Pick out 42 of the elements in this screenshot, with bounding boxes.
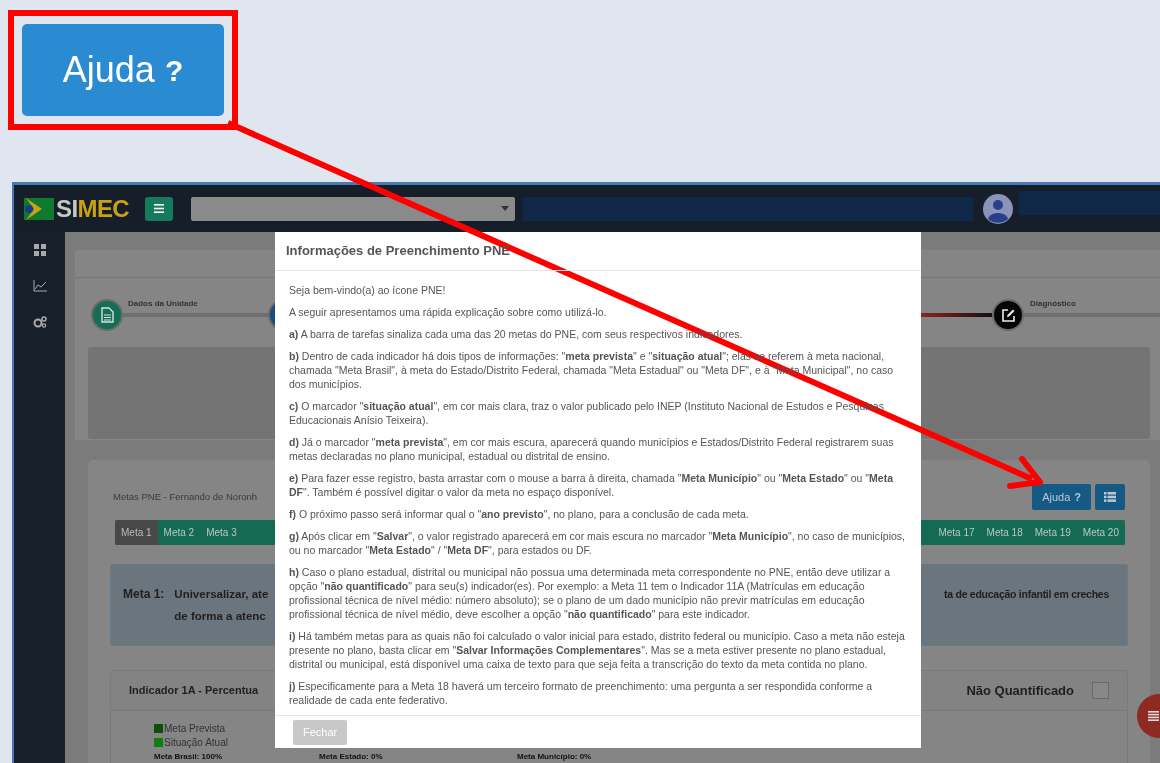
caret-icon	[501, 206, 510, 211]
help-paragraph: i) Há também metas para as quais não foi calculado o valor inicial para estado, distrito federal ou município. Caso a meta não esteja presente no plano, basta clicar em "Salvar Informações Complementares". Mas se a meta estiver presente no plano estadual, distrital ou municipal, está disponível uma caixa de texto para que seja feita a transcrição do texto da meta contida no plano.	[289, 629, 906, 672]
list-button[interactable]	[1095, 484, 1125, 510]
goal-tab[interactable]: Meta 1	[115, 520, 158, 545]
chart-icon[interactable]	[32, 280, 47, 292]
legend-label: Situação Atual	[164, 735, 228, 750]
goal-value: Meta Estado: 0%	[319, 751, 384, 763]
help-paragraph: Seja bem-vindo(a) ao ícone PNE!	[289, 283, 447, 298]
not-quantified-label: Não Quantificado	[966, 681, 1074, 700]
goal-text: Universalizar, ate	[174, 587, 269, 602]
help-paragraph: j) Especificamente para a Meta 18 haverá um terceiro formato de preenchimento: uma pergunta a ser respondida conforme a realidade de cada ente federativo.	[289, 679, 874, 708]
not-quantified-checkbox[interactable]	[1092, 682, 1109, 699]
indicator-title: Indicador 1A - Percentua	[129, 683, 259, 699]
help-paragraph: g) Após clicar em "Salvar", o valor registrado aparecerá em cor mais escura no marcador "Meta Município", no caso de municípios, ou no marcador "Meta Estado" / "Meta DF", para estados ou DF.	[289, 529, 907, 558]
user-avatar-icon[interactable]	[983, 193, 1014, 224]
goal-value: Meta Brasil: 100%	[154, 751, 224, 763]
dashboard-icon[interactable]	[33, 244, 46, 256]
select-field[interactable]	[191, 196, 516, 221]
goal-text: de forma a atenc	[174, 609, 267, 624]
help-paragraph: h) Caso o plano estadual, distrital ou municipal não possua uma determinada meta correspondente no PNE, então deve utilizar a opção "não quantificado" para seu(s) indicador(es). Por exemplo: a Meta 11 tem o Indicador 11A (Matrículas em educação profissional técnica de nível médio: número absoluto); se o plano de um dado município não previr matrículas em educação profissional técnica de nível médio, deve escolher a opção "não quantificado" para este indicador.	[289, 565, 892, 622]
menu-icon	[1148, 711, 1159, 721]
goal-label: Meta 1:	[123, 586, 165, 603]
help-button[interactable]: Ajuda ?	[22, 24, 224, 116]
step-label: Dados da Unidade	[128, 298, 198, 310]
help-paragraph: d) Já o marcador "meta prevista", em cor mais escura, aparecerá quando municípios e Estados/Distrito Federal registrarem suas metas declaradas no plano municipal, estadual ou distrital de ensino.	[289, 435, 895, 464]
help-button[interactable]: Ajuda ?	[1032, 484, 1091, 510]
edit-icon	[1000, 307, 1016, 323]
help-paragraph: f) O próximo passo será informar qual o "ano previsto", no plano, para a conclusão de cada meta.	[289, 507, 750, 522]
goal-text: ta de educação infantil em creches	[944, 587, 1109, 602]
document-icon	[100, 307, 114, 323]
panel-title: Metas PNE - Fernando de Noronh	[113, 489, 258, 504]
menu-icon	[154, 204, 165, 213]
dialog-title: Informações de Preenchimento PNE	[286, 242, 510, 261]
legend-label: Meta Prevista	[164, 721, 226, 736]
help-paragraph: A seguir apresentamos uma rápida explicação sobre como utilizá-lo.	[289, 305, 608, 320]
menu-button[interactable]	[145, 196, 174, 221]
goal-value: Meta Município: 0%	[517, 751, 593, 763]
step-label: Diagnóstico	[1030, 298, 1076, 310]
list-icon	[1104, 492, 1116, 502]
app-logo: SIMEC	[56, 193, 130, 224]
help-paragraph: e) Para fazer esse registro, basta arrastar com o mouse a barra à direita, chamada "Meta Município" ou "Meta Estado" ou "Meta DF". Também é possível digitar o valor da meta no espaço disponível.	[289, 471, 894, 500]
settings-icon[interactable]	[32, 316, 47, 328]
